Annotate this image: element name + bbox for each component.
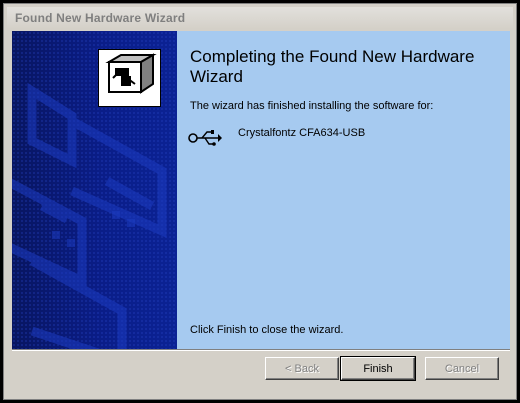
wizard-content: Completing the Found New Hardware Wizard… [12,31,510,349]
device-name: Crystalfontz CFA634-USB [238,127,366,139]
window-title: Found New Hardware Wizard [15,11,186,25]
button-divider [12,349,510,351]
usb-icon [188,128,222,148]
cancel-button[interactable]: Cancel [425,357,499,380]
finish-button[interactable]: Finish [340,356,416,381]
back-button[interactable]: < Back [265,357,339,380]
page-title: Completing the Found New Hardware Wizard [190,47,475,86]
title-bar[interactable]: Found New Hardware Wizard [7,7,513,29]
close-instruction: Click Finish to close the wizard. [190,324,344,336]
finished-message: The wizard has finished installing the s… [190,100,434,112]
hardware-wizard-icon [98,49,161,107]
wizard-window: Found New Hardware Wizard Completing the… [3,3,517,400]
